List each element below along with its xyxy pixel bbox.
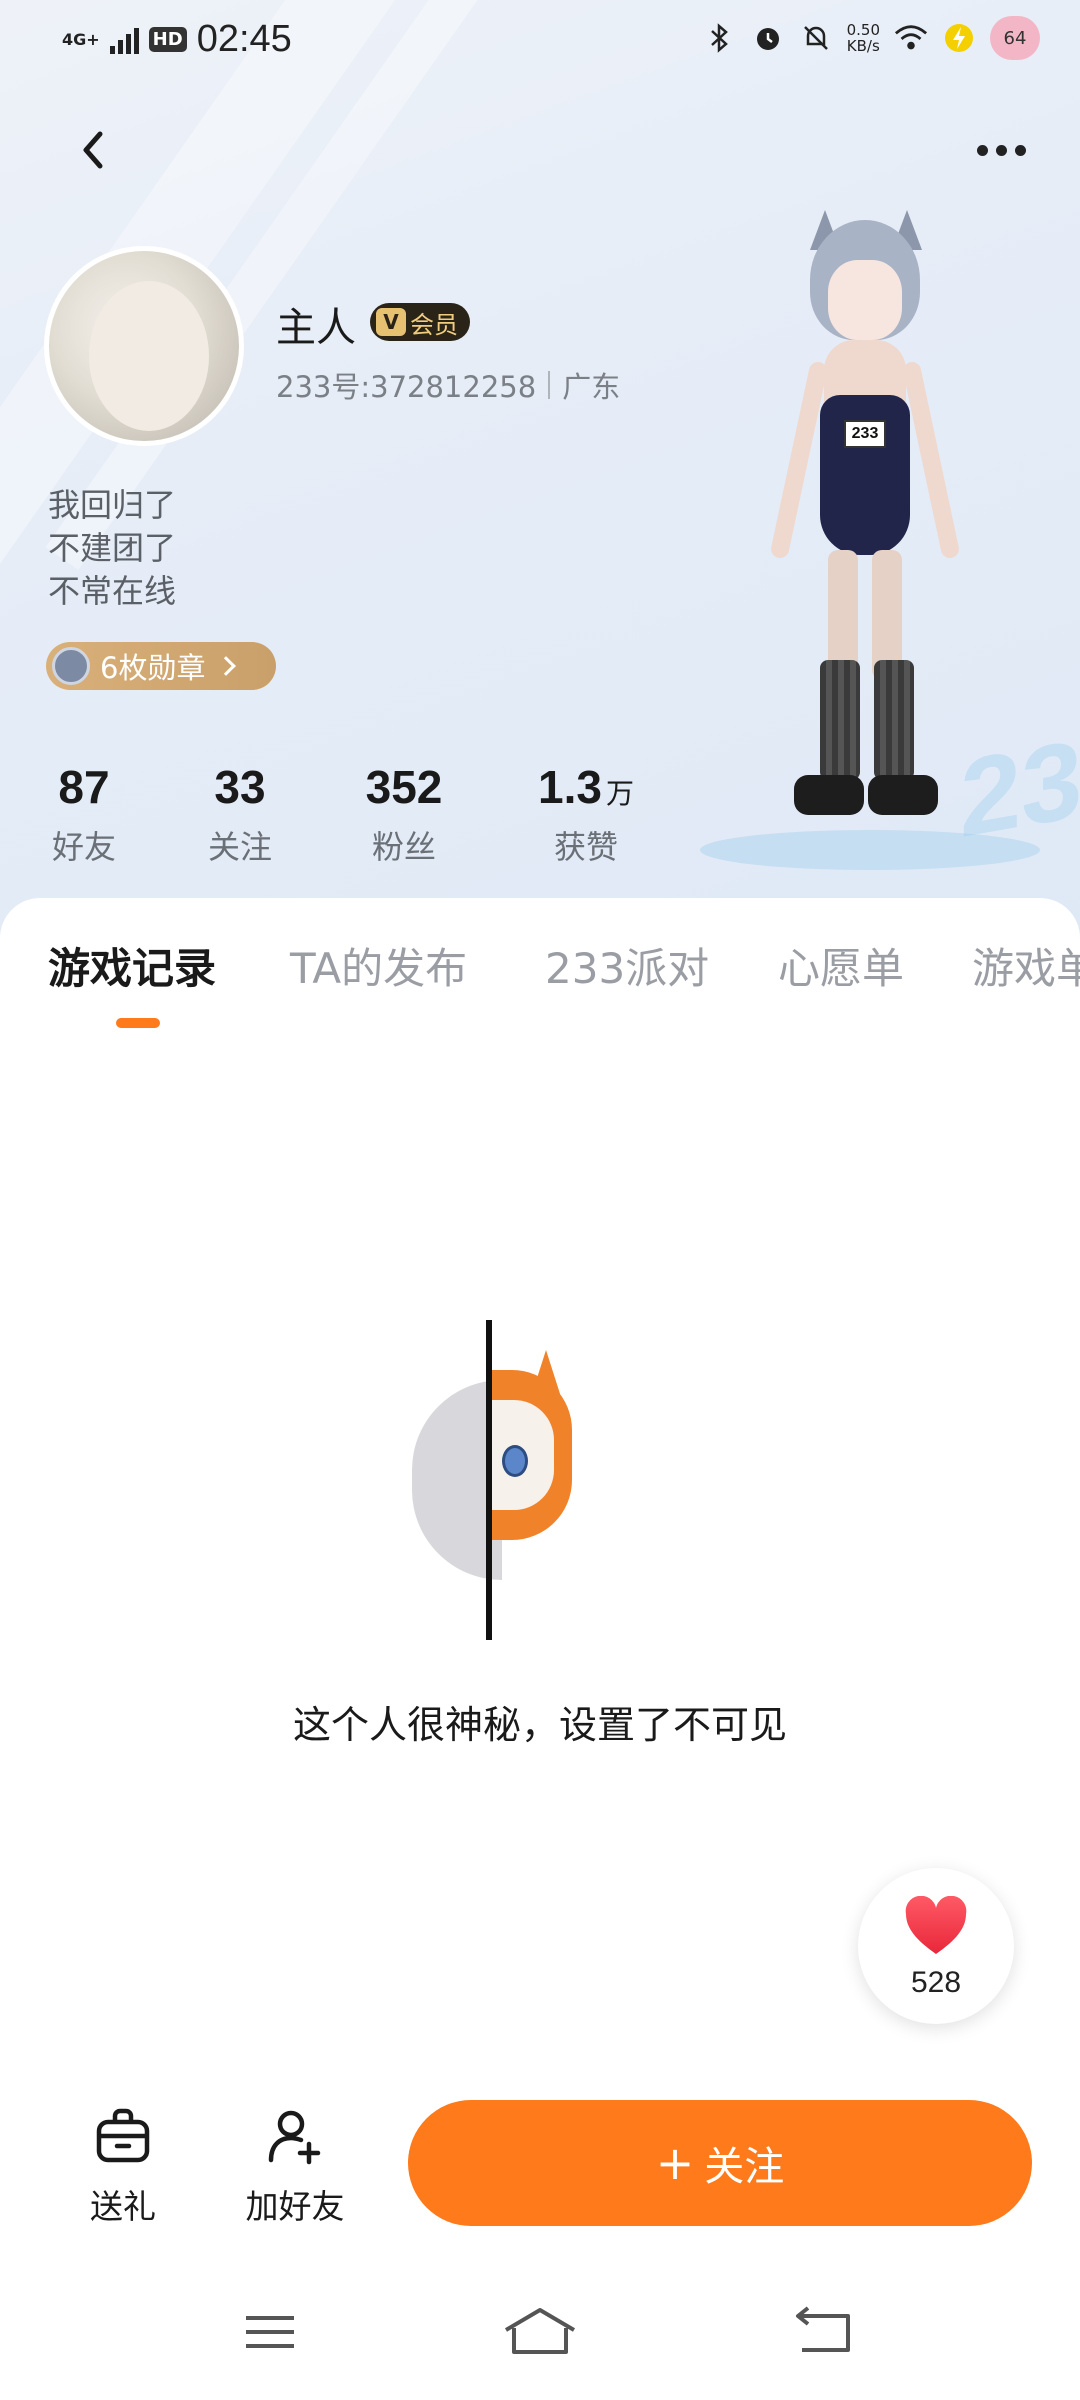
gift-icon [96,2108,150,2163]
mute-icon [799,21,833,55]
menu-button[interactable] [230,2302,310,2362]
battery-indicator: 64 [990,16,1040,60]
divider [548,371,551,399]
bio-line: 不建团了 [48,529,177,567]
bio: 我回归了 不建团了 不常在线 [48,484,176,613]
bio-line: 不常在线 [48,572,177,610]
medal-button[interactable]: 6枚勋章 [46,642,276,690]
follow-label: 关注 [704,2144,785,2190]
medal-label: 6枚勋章 [100,651,206,685]
home-button[interactable] [500,2302,580,2362]
more-dots-icon [976,144,988,156]
location: 广东 [562,370,621,404]
home-icon [504,2308,576,2354]
back-nav-button[interactable] [784,2302,864,2362]
empty-state-text: 这个人很神秘，设置了不可见 [292,1703,787,1747]
gift-label: 送礼 [90,2187,156,2226]
charging-icon [942,21,976,55]
stat-label: 好友 [51,828,116,866]
avatar[interactable] [44,246,244,446]
wifi-icon [894,21,928,55]
vip-badge[interactable]: V 会员 [370,303,470,341]
gift-button[interactable]: 送礼 [58,2106,188,2228]
tab-bar: 游戏记录 TA的发布 233派对 心愿单 游戏单 [0,935,1080,1035]
empty-state-illustration [412,1320,592,1640]
vip-icon: V [376,308,406,336]
back-button[interactable] [66,120,126,180]
stat-fans[interactable]: 352 粉丝 [354,760,454,868]
hd-icon: HD [148,27,187,52]
bluetooth-icon [703,21,737,55]
vip-label: 会员 [410,310,458,339]
stat-value: 87 [58,761,110,813]
tab-game-records[interactable]: 游戏记录 [48,935,216,996]
status-bar: 4G+ HD 02:45 0.50 KB/s 64 [0,0,1080,80]
stat-label: 关注 [207,828,272,866]
stat-label: 粉丝 [371,828,436,866]
tab-posts[interactable]: TA的发布 [290,935,467,996]
like-count: 528 [910,1966,962,1999]
stat-unit: 万 [605,778,634,809]
stat-label: 获赞 [553,828,618,866]
bio-line: 我回归了 [48,486,177,524]
active-tab-indicator [116,1018,160,1028]
add-user-icon [268,2110,321,2165]
stat-value: 352 [365,761,443,813]
tab-game-list[interactable]: 游戏单 [972,935,1080,996]
alarm-icon [751,21,785,55]
add-friend-button[interactable]: 加好友 [230,2106,360,2228]
add-friend-label: 加好友 [245,2187,345,2226]
stat-value: 1.3 [538,761,602,813]
chevron-left-icon [83,131,103,169]
network-type: 4G+ [62,29,100,49]
follow-button[interactable]: + 关注 [408,2100,1032,2226]
back-arrow-icon [796,2306,850,2352]
user-id: 233号:372812258 [276,370,537,404]
network-speed: 0.50 KB/s [846,21,880,55]
system-navigation-bar [0,2290,1080,2400]
clock: 02:45 [196,18,292,60]
like-button[interactable]: 528 [858,1868,1014,2024]
tab-wishlist[interactable]: 心愿单 [778,935,904,996]
stat-friends[interactable]: 87 好友 [44,760,124,868]
profile-meta: 233号:372812258 广东 [276,364,620,406]
medal-icon [52,647,90,685]
chevron-right-icon [216,656,237,676]
more-options-button[interactable] [966,125,1036,175]
plus-icon: + [655,2136,695,2190]
username: 主人 [276,305,356,351]
menu-icon [246,2316,294,2348]
stat-following[interactable]: 33 关注 [200,760,280,868]
tab-party[interactable]: 233派对 [545,935,709,996]
stat-likes[interactable]: 1.3 万 获赞 [526,760,646,868]
avatar-character-figure[interactable]: 233 [740,210,990,840]
heart-icon [905,1896,967,1954]
signal-icon [109,26,139,54]
stats-row: 87 好友 33 关注 352 粉丝 1.3 万 获赞 [0,760,700,870]
bottom-action-bar: 送礼 加好友 + 关注 [0,2080,1080,2240]
stat-value: 33 [214,761,266,813]
figure-number-tag: 233 [844,420,886,448]
